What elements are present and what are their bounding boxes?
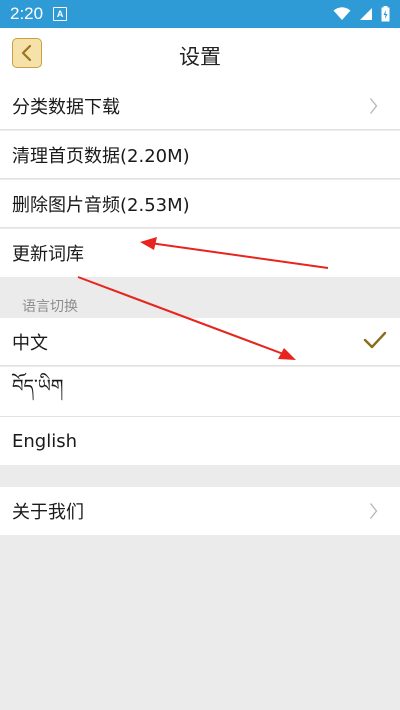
language-chinese-label: 中文 [12,332,48,354]
chevron-right-icon [369,503,378,519]
language-option-tibetan[interactable]: བོད་ཡིག [0,367,400,417]
clear-home-data-label: 清理首页数据(2.20M) [12,145,190,167]
checkmark-icon [363,331,387,349]
language-tibetan-label: བོད་ཡིག [12,375,64,397]
status-icons [333,6,390,22]
update-dictionary-label: 更新词库 [12,244,84,265]
update-dictionary-item[interactable]: 更新词库 [0,229,400,277]
wifi-icon [333,7,351,20]
about-us-label: 关于我们 [12,502,84,523]
cell-signal-icon [360,8,372,20]
delete-image-audio-item[interactable]: 删除图片音频(2.53M) [0,180,400,228]
chevron-right-icon [369,98,378,114]
language-option-chinese[interactable]: 中文 [0,318,400,366]
category-data-download-item[interactable]: 分类数据下载 [0,82,400,130]
about-us-item[interactable]: 关于我们 [0,487,400,535]
delete-image-audio-label: 删除图片音频(2.53M) [12,194,190,216]
category-data-download-label: 分类数据下载 [12,96,120,118]
language-option-english[interactable]: English [0,417,400,465]
status-time: 2:20 [10,4,44,23]
page-title: 设置 [179,45,221,69]
language-english-label: English [12,430,77,452]
language-section-title: 语言切换 [22,299,78,315]
clear-home-data-item[interactable]: 清理首页数据(2.20M) [0,131,400,179]
header-bar: 设置 [0,28,400,82]
language-section-header: 语言切换 [0,296,400,318]
battery-icon [381,6,390,22]
notification-a-icon: A [53,7,68,21]
status-bar: 2:20 A [0,0,400,28]
